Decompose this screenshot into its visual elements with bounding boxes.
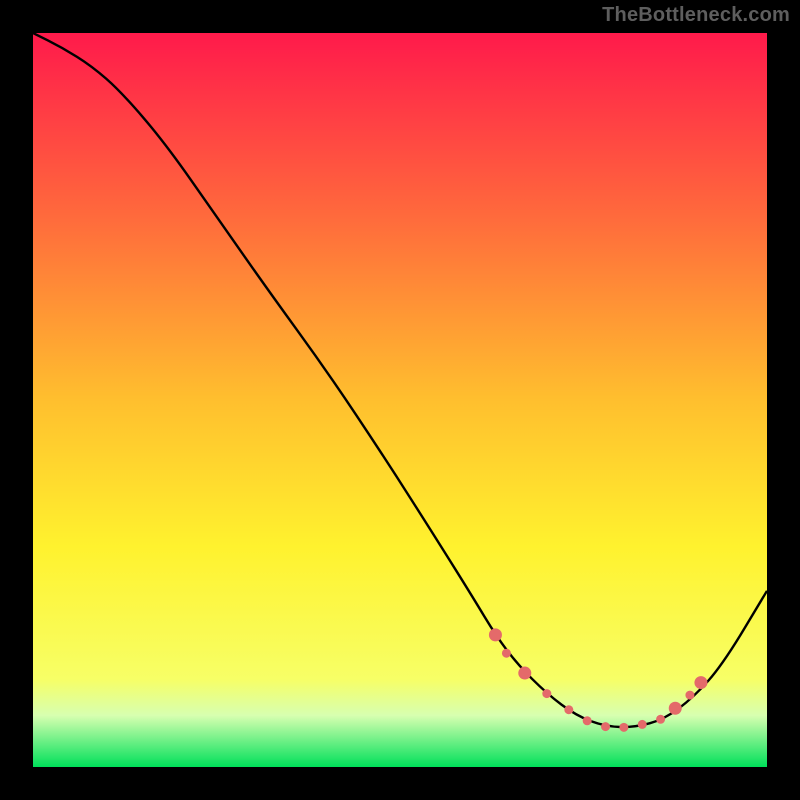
chart-svg bbox=[33, 33, 767, 767]
curve-marker bbox=[656, 715, 665, 724]
curve-marker bbox=[619, 723, 628, 732]
curve-marker bbox=[694, 676, 707, 689]
curve-marker bbox=[564, 705, 573, 714]
gradient-background bbox=[33, 33, 767, 767]
attribution-text: TheBottleneck.com bbox=[602, 4, 790, 27]
curve-marker bbox=[542, 689, 551, 698]
plot-area bbox=[33, 33, 767, 767]
curve-marker bbox=[669, 702, 682, 715]
curve-marker bbox=[638, 720, 647, 729]
curve-marker bbox=[583, 716, 592, 725]
curve-marker bbox=[502, 649, 511, 658]
curve-marker bbox=[601, 722, 610, 731]
curve-marker bbox=[685, 691, 694, 700]
curve-marker bbox=[489, 628, 502, 641]
chart-frame: TheBottleneck.com bbox=[0, 0, 800, 800]
curve-marker bbox=[518, 667, 531, 680]
